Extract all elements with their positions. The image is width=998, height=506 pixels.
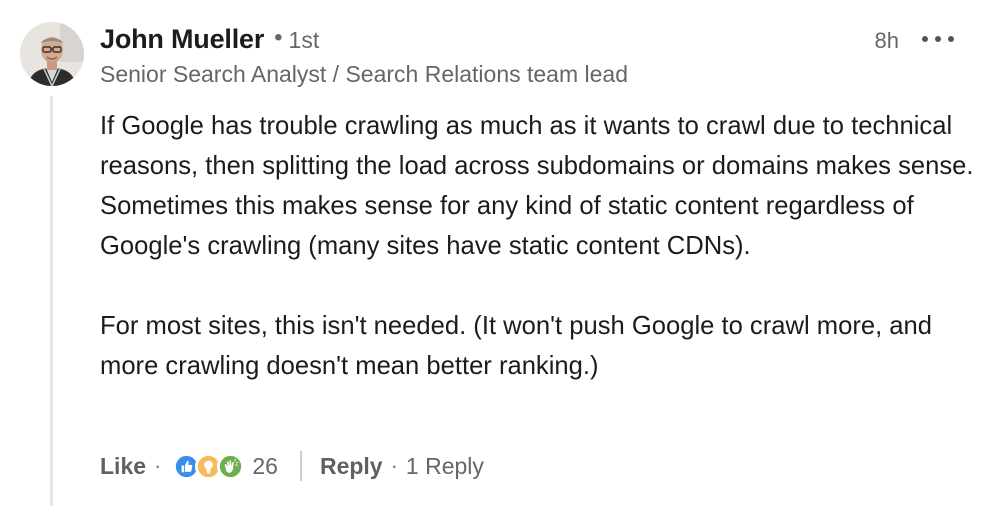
comment-body: If Google has trouble crawling as much a…	[100, 106, 980, 386]
author-row: John Mueller • 1st	[100, 24, 968, 55]
like-button[interactable]: Like	[100, 453, 146, 480]
thread-line	[50, 96, 53, 506]
comment-actions: Like · 26 Reply · 1 Reply	[100, 446, 484, 486]
avatar[interactable]	[20, 22, 84, 86]
comment-paragraph-1: If Google has trouble crawling as much a…	[100, 112, 974, 260]
actions-divider	[299, 451, 302, 481]
comment-paragraph-2: For most sites, this isn't needed. (It w…	[100, 312, 932, 380]
author-headline: Senior Search Analyst / Search Relations…	[100, 61, 629, 87]
reply-button[interactable]: Reply	[320, 453, 383, 480]
degree-separator: •	[274, 24, 283, 51]
author-name[interactable]: John Mueller	[100, 24, 264, 55]
more-dot	[935, 36, 941, 42]
action-separator: ·	[154, 453, 162, 478]
reply-count-link[interactable]: 1 Reply	[406, 453, 484, 480]
more-dot	[922, 36, 928, 42]
more-dot	[948, 36, 954, 42]
comment-card: John Mueller • 1st Senior Search Analyst…	[0, 0, 998, 506]
reactions-summary[interactable]	[173, 452, 245, 480]
more-options-icon[interactable]	[922, 28, 954, 50]
connection-degree: 1st	[288, 27, 320, 53]
reaction-count[interactable]: 26	[252, 453, 278, 480]
avatar-photo	[20, 22, 84, 86]
comment-header: John Mueller • 1st Senior Search Analyst…	[100, 24, 968, 94]
comment-timestamp: 8h	[874, 28, 899, 53]
celebrate-icon	[217, 452, 245, 480]
action-separator: ·	[390, 453, 398, 478]
